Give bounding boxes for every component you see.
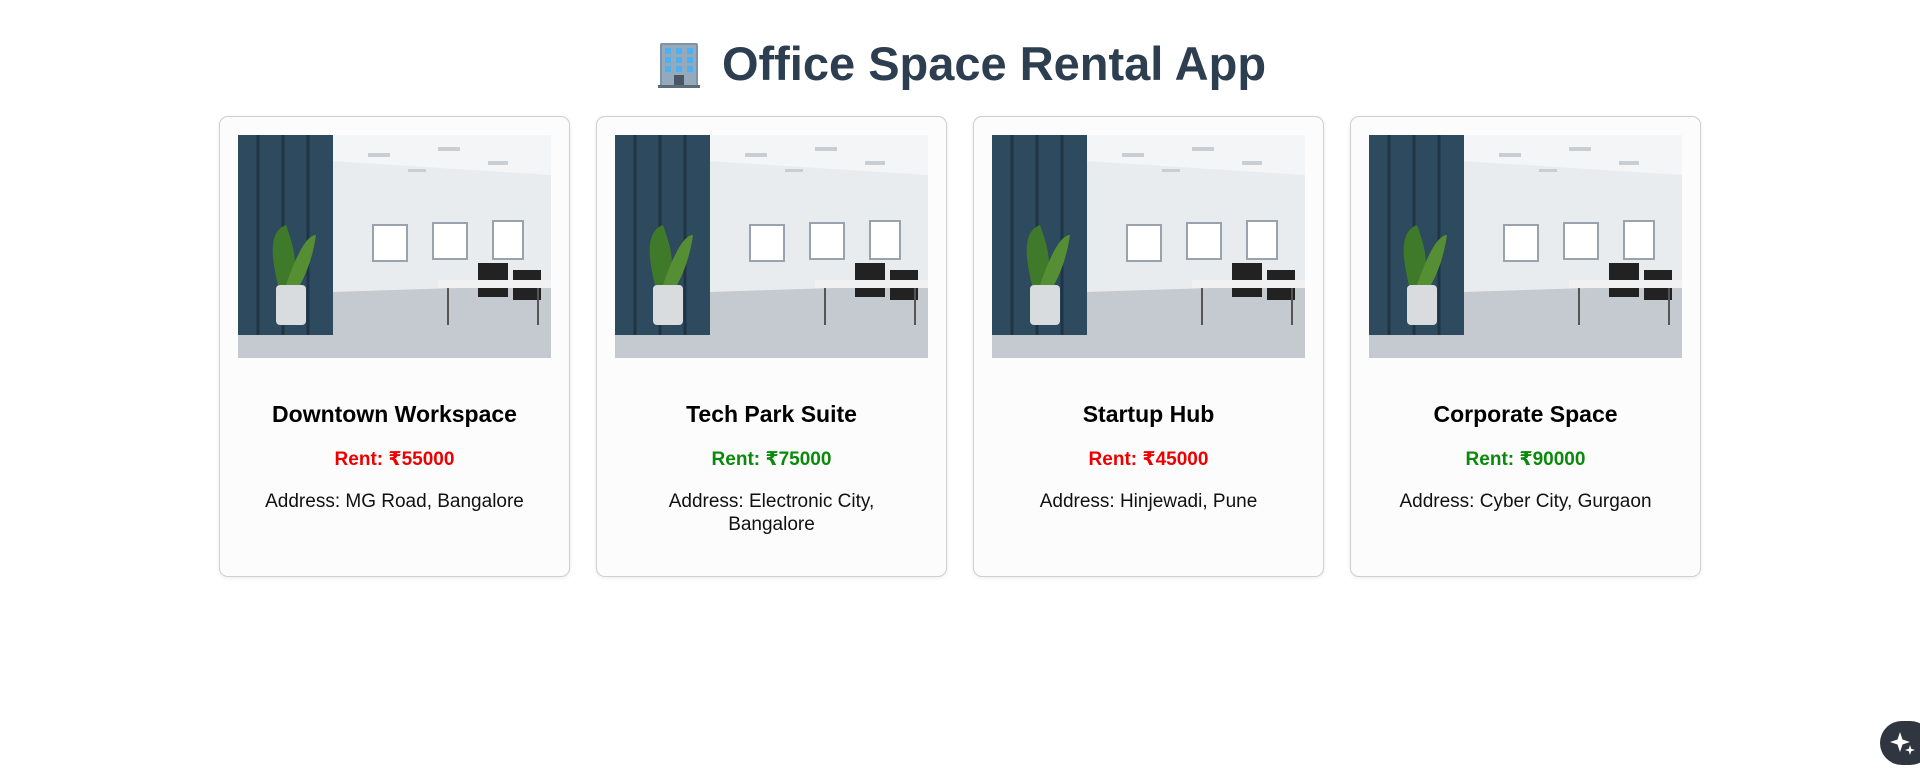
listing-card: Downtown Workspace Rent: ₹55000 Address:… <box>219 116 570 577</box>
assistant-button[interactable] <box>1880 721 1920 765</box>
listing-address: Address: MG Road, Bangalore <box>265 491 524 512</box>
listing-name: Startup Hub <box>1082 401 1215 427</box>
page-title-text: Office Space Rental App <box>721 37 1267 90</box>
listing-rent: Rent: ₹45000 <box>1088 449 1209 470</box>
listing-card: Tech Park Suite Rent: ₹75000 Address: El… <box>596 116 947 577</box>
listing-rent: Rent: ₹75000 <box>711 449 832 470</box>
listing-grid: Downtown Workspace Rent: ₹55000 Address:… <box>219 116 1701 577</box>
listing-name: Corporate Space <box>1433 401 1618 427</box>
listing-address: Address: Electronic City, Bangalore <box>668 491 875 535</box>
sparkle-icon <box>1890 732 1915 755</box>
page: Office Space Rental App Downtown Workspa… <box>0 0 1920 772</box>
listing-address: Address: Hinjewadi, Pune <box>1039 491 1258 512</box>
office-photo <box>1369 135 1682 358</box>
listing-name: Downtown Workspace <box>272 401 517 427</box>
office-photo <box>992 135 1305 358</box>
listing-card: Startup Hub Rent: ₹45000 Address: Hinjew… <box>973 116 1324 577</box>
office-photo <box>238 135 551 358</box>
listing-rent: Rent: ₹55000 <box>334 449 455 470</box>
page-title: Office Space Rental App <box>0 36 1920 92</box>
office-photo <box>615 135 928 358</box>
office-building-icon <box>657 43 700 88</box>
listing-card: Corporate Space Rent: ₹90000 Address: Cy… <box>1350 116 1701 577</box>
listing-address: Address: Cyber City, Gurgaon <box>1399 491 1652 512</box>
listing-rent: Rent: ₹90000 <box>1465 449 1586 470</box>
listing-name: Tech Park Suite <box>686 401 857 427</box>
